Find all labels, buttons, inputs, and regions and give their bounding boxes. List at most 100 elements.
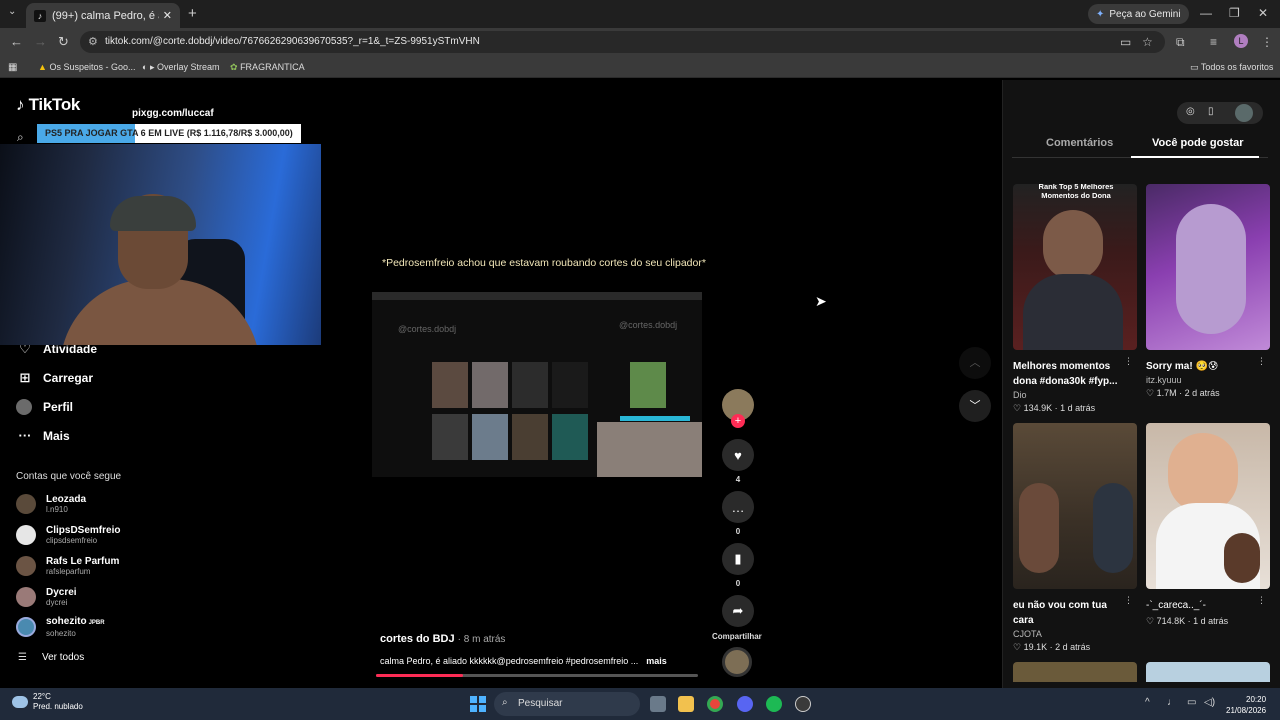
follow-plus-icon[interactable]: + (731, 414, 745, 428)
spotify-icon[interactable] (766, 696, 782, 712)
discord-icon[interactable] (737, 696, 753, 712)
bookmark-item[interactable]: ◐ ▸ Overlay Stream (142, 62, 220, 73)
tab-comments[interactable]: Comentários (1046, 137, 1113, 149)
chrome-icon[interactable] (707, 696, 723, 712)
author-name[interactable]: cortes do BDJ (380, 633, 455, 645)
recommended-video-card[interactable]: ⋮ eu não vou com tua cara CJOTA ♡ 19.1K … (1013, 423, 1137, 653)
media-icon[interactable]: ≡ (1210, 35, 1217, 49)
avatar[interactable] (1235, 104, 1253, 122)
post-time: · 8 m atrás (457, 634, 506, 645)
video-thumbnail[interactable]: Rank Top 5 Melhores Momentos do Dona (1013, 184, 1137, 350)
share-label: Compartilhar (712, 632, 762, 641)
address-bar[interactable]: ⚙ tiktok.com/@corte.dobdj/video/76766262… (80, 31, 1165, 53)
file-explorer-icon[interactable] (678, 696, 694, 712)
new-tab-button[interactable]: + (188, 5, 197, 22)
bookmark-item[interactable]: ▲ Os Suspeitos - Goo... (38, 62, 135, 72)
next-video-button[interactable]: ﹀ (959, 390, 991, 422)
avatar (16, 525, 36, 545)
network-icon[interactable]: ▭ (1187, 697, 1196, 708)
close-window-icon[interactable]: ✕ (1258, 6, 1268, 20)
nav-upload[interactable]: ⊞ Carregar (16, 370, 93, 386)
obs-icon[interactable] (795, 696, 811, 712)
video-thumbnail[interactable] (1146, 423, 1270, 589)
save-action[interactable]: ▮ 0 (722, 543, 754, 588)
card-more-icon[interactable]: ⋮ (1257, 595, 1266, 606)
windows-start-icon[interactable] (470, 696, 486, 712)
card-author[interactable]: CJOTA (1013, 629, 1137, 639)
thumbnail-dog (1224, 533, 1260, 583)
following-account[interactable]: Dycrei dycrei (16, 583, 77, 611)
card-author[interactable]: itz.kyuuu (1146, 375, 1270, 385)
recommended-video-card[interactable] (1013, 662, 1137, 682)
compass-icon[interactable]: ◎ (1186, 106, 1195, 117)
bookmark-item[interactable]: ✿ FRAGRANTICA (230, 62, 305, 73)
like-count: 4 (735, 475, 741, 484)
nav-profile[interactable]: Perfil (16, 399, 73, 415)
previous-video-button[interactable]: ︿ (959, 347, 991, 379)
tiktok-logo[interactable]: ♪ TikTok (16, 95, 80, 115)
all-favorites-folder[interactable]: ▭ Todos os favoritos (1190, 62, 1273, 73)
more-link[interactable]: mais (646, 656, 667, 666)
gemini-button[interactable]: ✦ Peça ao Gemini (1088, 4, 1189, 24)
browser-tab-active[interactable]: ♪ (99+) calma Pedro, é aliado ✕ (26, 3, 180, 28)
video-progress-bar[interactable] (376, 674, 698, 677)
comment-icon[interactable]: … (722, 491, 754, 523)
taskbar-search[interactable]: ⌕ Pesquisar (494, 692, 640, 716)
drive-icon: ▲ (38, 62, 47, 72)
tab-close-icon[interactable]: ✕ (163, 9, 172, 22)
phone-icon[interactable]: ▯ (1208, 106, 1214, 117)
system-clock[interactable]: 20:20 21/08/2026 (1226, 694, 1266, 716)
following-account[interactable]: sohezito JPBR sohezito (16, 613, 105, 641)
weather-widget[interactable]: 22°C Pred. nublado (12, 692, 83, 712)
microphone-icon[interactable]: ♩ (1167, 697, 1177, 708)
card-author[interactable]: Dio (1013, 390, 1137, 400)
nav-more[interactable]: ··· Mais (16, 428, 70, 443)
see-all-link[interactable]: ☰ Ver todos (18, 652, 84, 663)
recommended-video-card[interactable]: Rank Top 5 Melhores Momentos do Dona ⋮ M… (1013, 184, 1137, 414)
like-action[interactable]: ♥ 4 (722, 439, 754, 484)
card-title: Melhores momentos dona #dona30k #fyp... (1013, 361, 1118, 387)
card-more-icon[interactable]: ⋮ (1257, 356, 1266, 367)
tab-you-may-like[interactable]: Você pode gostar (1152, 137, 1243, 149)
tab-search-icon[interactable]: ⌄ (8, 6, 16, 17)
apps-grid-icon[interactable]: ▦ (8, 62, 17, 73)
comment-action[interactable]: … 0 (722, 491, 754, 536)
minimize-icon[interactable]: — (1200, 6, 1212, 20)
volume-icon[interactable]: ◁) (1204, 697, 1215, 708)
forward-icon[interactable]: → (34, 34, 47, 49)
following-account[interactable]: Leozada l.n910 (16, 490, 86, 518)
video-thumbnail[interactable] (1013, 423, 1137, 589)
tab-title: (99+) calma Pedro, é aliado (52, 9, 159, 22)
following-account[interactable]: ClipsDSemfreio clipsdsemfreio (16, 521, 120, 549)
heart-outline-icon: ♡ (1146, 616, 1157, 626)
profile-avatar[interactable]: L (1234, 34, 1248, 48)
following-account[interactable]: Rafs Le Parfum rafsleparfum (16, 552, 119, 580)
heart-icon[interactable]: ♥ (722, 439, 754, 471)
pix-link: pixgg.com/luccaf (132, 108, 214, 119)
thumbnail-person (1168, 433, 1238, 513)
site-info-icon[interactable]: ⚙ (88, 35, 104, 51)
music-disc-icon[interactable] (722, 647, 752, 677)
card-more-icon[interactable]: ⋮ (1124, 595, 1133, 606)
recommended-video-card[interactable]: ⋮ -`_careca.._´- ♡ 714.8K · 1 d atrás (1146, 423, 1270, 627)
share-action[interactable]: ➦ (722, 595, 754, 627)
video-thumbnail[interactable] (1146, 184, 1270, 350)
extensions-icon[interactable]: ⧉ (1176, 35, 1185, 50)
back-icon[interactable]: ← (10, 34, 23, 49)
recommended-video-card[interactable]: ⋮ Sorry ma! 🥺😰 itz.kyuuu ♡ 1.7M · 2 d at… (1146, 184, 1270, 399)
restore-icon[interactable]: ❐ (1229, 6, 1240, 20)
recommended-video-card[interactable] (1146, 662, 1270, 682)
bookmark-star-icon[interactable]: ☆ (1142, 35, 1153, 49)
menu-kebab-icon[interactable]: ⋮ (1261, 35, 1273, 49)
video-player[interactable]: @cortes.dobdj @cortes.dobdj (372, 292, 702, 477)
tray-chevron-icon[interactable]: ^ (1145, 697, 1150, 708)
fragrantica-icon: ✿ (230, 62, 238, 72)
bookmark-icon[interactable]: ▮ (722, 543, 754, 575)
reload-icon[interactable]: ↻ (58, 34, 69, 50)
card-more-icon[interactable]: ⋮ (1124, 356, 1133, 367)
task-view-icon[interactable] (650, 696, 666, 712)
globe-icon: ◐ (142, 62, 148, 72)
cast-icon[interactable]: ▭ (1120, 35, 1131, 49)
share-icon[interactable]: ➦ (722, 595, 754, 627)
search-icon[interactable]: ⌕ (17, 130, 24, 145)
